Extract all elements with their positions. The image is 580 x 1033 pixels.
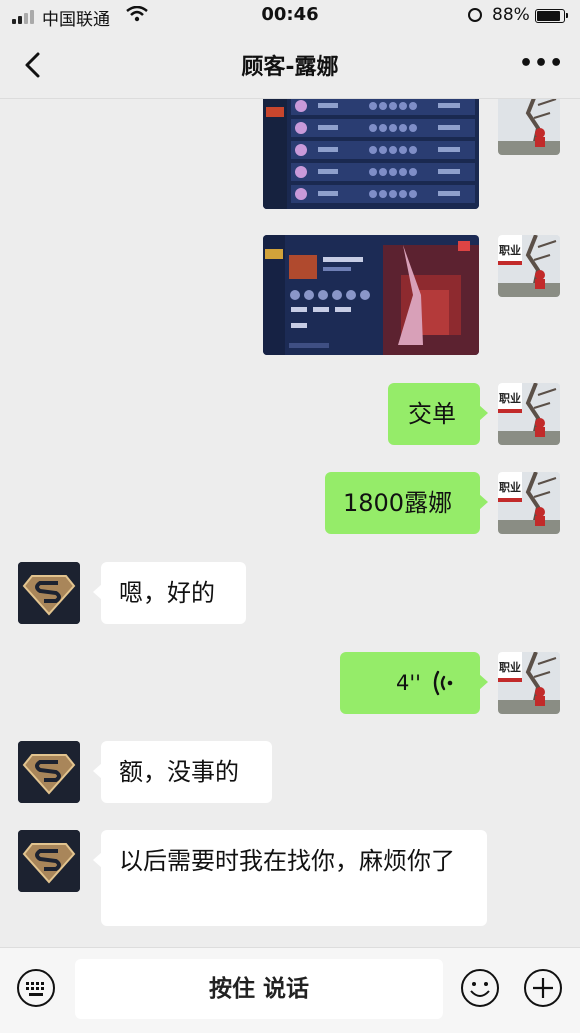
message-image-game-profile[interactable] [263, 235, 479, 355]
message-text: 交单 [408, 400, 456, 428]
my-avatar[interactable]: 职业 [498, 652, 560, 714]
emoji-icon[interactable] [460, 968, 500, 1008]
message-image-match-history[interactable] [263, 99, 479, 209]
customer-avatar[interactable] [18, 741, 80, 803]
keyboard-toggle-icon[interactable] [16, 968, 56, 1008]
message-text: 嗯，好的 [119, 579, 215, 607]
received-text-bubble[interactable]: 以后需要时我在找你，麻烦你了 [93, 830, 487, 926]
voice-duration: 4'' [396, 671, 421, 695]
voice-message-bubble[interactable]: 4'' [340, 652, 488, 714]
received-text-bubble[interactable]: 嗯，好的 [93, 562, 246, 624]
message-text: 以后需要时我在找你，麻烦你了 [119, 847, 455, 875]
avatar-badge-text: 职业 [499, 243, 521, 257]
my-avatar[interactable] [498, 99, 560, 155]
my-avatar[interactable]: 职业 [498, 472, 560, 534]
my-avatar[interactable]: 职业 [498, 235, 560, 297]
message-text: 1800露娜 [343, 489, 453, 517]
avatar-badge-text: 职业 [499, 660, 521, 674]
status-bar: 中国联通 00:46 88% [0, 0, 580, 32]
hold-to-talk-button[interactable]: 按住 说话 [75, 959, 443, 1019]
customer-avatar[interactable] [18, 830, 80, 892]
add-more-icon[interactable] [523, 968, 563, 1008]
avatar-badge-text: 职业 [499, 391, 521, 405]
battery-percent: 88% [492, 5, 530, 25]
my-avatar[interactable]: 职业 [498, 383, 560, 445]
sent-text-bubble[interactable]: 交单 [388, 383, 488, 445]
input-bar: 按住 说话 [0, 947, 580, 1033]
received-text-bubble[interactable]: 额，没事的 [93, 741, 272, 803]
battery-icon [535, 9, 568, 23]
chat-header: 顾客-露娜 ••• [0, 32, 580, 99]
more-options-icon[interactable]: ••• [519, 52, 563, 76]
voice-wave-icon [433, 670, 453, 696]
chat-title: 顾客-露娜 [241, 55, 339, 80]
message-text: 额，没事的 [119, 758, 239, 786]
message-list[interactable]: 职业 交单 职业 1800露娜 职业 嗯，好的 4'' 职业 额，没事的 以后需… [0, 99, 580, 947]
sent-text-bubble[interactable]: 1800露娜 [325, 472, 488, 534]
customer-avatar[interactable] [18, 562, 80, 624]
orientation-lock-icon [468, 8, 482, 22]
avatar-badge-text: 职业 [499, 480, 521, 494]
